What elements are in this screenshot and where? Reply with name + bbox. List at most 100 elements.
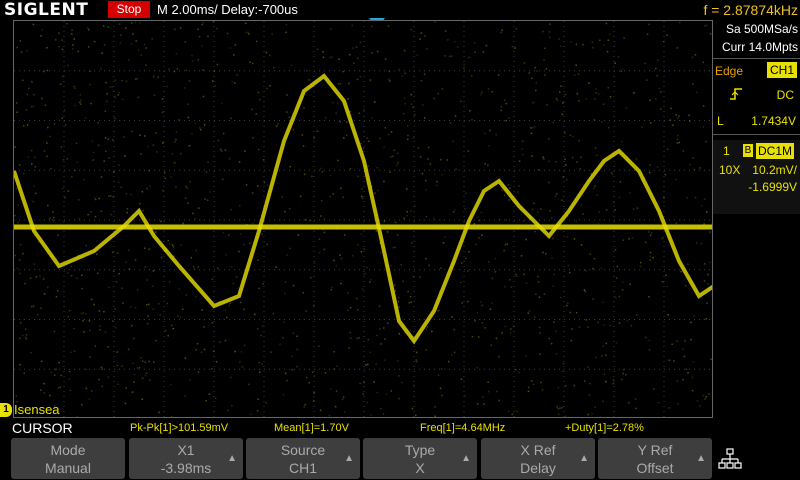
noise-dot	[709, 33, 712, 35]
noise-dot	[251, 192, 254, 194]
noise-dot	[448, 55, 451, 58]
noise-dot	[530, 127, 532, 129]
noise-dot	[202, 69, 204, 71]
noise-dot	[622, 239, 625, 241]
noise-dot	[26, 124, 29, 126]
softkey-y-ref[interactable]: Y Ref Offset ▲	[598, 438, 712, 479]
noise-dot	[160, 220, 162, 223]
noise-dot	[202, 21, 204, 24]
noise-dot	[33, 185, 35, 187]
noise-dot	[387, 322, 389, 324]
noise-dot	[611, 173, 614, 176]
noise-dot	[618, 322, 621, 324]
noise-dot	[649, 259, 651, 261]
noise-dot	[216, 267, 219, 269]
softkey-title: Source	[280, 442, 326, 458]
noise-dot	[396, 234, 399, 236]
channel-info[interactable]: 1 B DC1M 10X 10.2mV/ -1.6999V	[713, 140, 800, 214]
noise-dot	[603, 324, 605, 326]
noise-dot	[121, 98, 124, 101]
noise-dot	[310, 276, 312, 279]
noise-dot	[103, 310, 105, 313]
noise-dot	[187, 116, 190, 119]
noise-dot	[263, 181, 266, 184]
noise-dot	[234, 82, 236, 84]
noise-dot	[703, 263, 706, 265]
softkey-mode[interactable]: Mode Manual	[11, 438, 125, 479]
noise-dot	[691, 389, 694, 392]
noise-dot	[108, 286, 110, 289]
noise-dot	[248, 383, 250, 386]
noise-dot	[603, 44, 605, 46]
noise-dot	[376, 334, 378, 337]
noise-dot	[103, 25, 105, 27]
noise-dot	[195, 349, 197, 351]
noise-dot	[197, 266, 199, 269]
knob-adjust-icon: ▲	[227, 453, 237, 464]
softkey-x-ref[interactable]: X Ref Delay ▲	[481, 438, 595, 479]
noise-dot	[620, 70, 622, 72]
noise-dot	[146, 304, 148, 306]
softkey-x1[interactable]: X1 -3.98ms ▲	[129, 438, 243, 479]
noise-dot	[537, 281, 540, 283]
noise-dot	[626, 320, 628, 322]
noise-dot	[593, 258, 596, 260]
vertical-scale: 10.2mV/	[752, 163, 797, 177]
noise-dot	[184, 395, 186, 397]
noise-dot	[362, 147, 365, 150]
noise-dot	[503, 99, 506, 101]
noise-dot	[296, 335, 298, 337]
run-stop-indicator[interactable]: Stop	[108, 1, 150, 18]
noise-dot	[533, 202, 535, 205]
noise-dot	[504, 243, 507, 246]
noise-dot	[32, 105, 34, 108]
noise-dot	[517, 191, 519, 193]
noise-dot	[60, 146, 63, 148]
noise-dot	[551, 257, 553, 259]
softkey-bar: Mode Manual X1 -3.98ms ▲ Source CH1 ▲ Ty…	[0, 438, 800, 480]
noise-dot	[589, 253, 591, 255]
noise-dot	[447, 360, 450, 363]
noise-dot	[71, 33, 73, 35]
noise-dot	[121, 365, 123, 367]
noise-dot	[589, 382, 591, 385]
noise-dot	[170, 176, 172, 178]
noise-dot	[101, 385, 103, 388]
noise-dot	[562, 102, 564, 104]
noise-dot	[485, 44, 488, 47]
noise-dot	[390, 131, 393, 133]
noise-dot	[532, 383, 535, 386]
noise-dot	[152, 144, 155, 146]
noise-dot	[47, 204, 49, 207]
softkey-title: X1	[177, 442, 195, 458]
noise-dot	[564, 132, 566, 134]
noise-dot	[700, 204, 703, 207]
noise-dot	[560, 296, 562, 299]
divider	[713, 58, 800, 59]
noise-dot	[70, 351, 72, 353]
waveform-display[interactable]	[13, 20, 713, 418]
noise-dot	[498, 218, 501, 221]
noise-dot	[99, 325, 101, 327]
noise-dot	[133, 373, 136, 376]
noise-dot	[199, 127, 201, 129]
noise-dot	[258, 148, 260, 151]
noise-dot	[412, 137, 415, 139]
noise-dot	[220, 150, 223, 152]
noise-dot	[603, 373, 606, 376]
channel-level-marker[interactable]: 1	[0, 403, 12, 417]
noise-dot	[229, 302, 232, 304]
noise-dot	[648, 23, 650, 26]
noise-dot	[286, 254, 288, 256]
noise-dot	[614, 209, 616, 211]
noise-dot	[21, 334, 24, 337]
noise-dot	[365, 364, 367, 366]
noise-dot	[369, 351, 372, 354]
noise-dot	[476, 367, 478, 369]
noise-dot	[288, 207, 291, 210]
noise-dot	[144, 374, 147, 377]
softkey-source[interactable]: Source CH1 ▲	[246, 438, 360, 479]
noise-dot	[594, 185, 596, 187]
noise-dot	[266, 243, 268, 246]
softkey-type[interactable]: Type X ▲	[363, 438, 477, 479]
